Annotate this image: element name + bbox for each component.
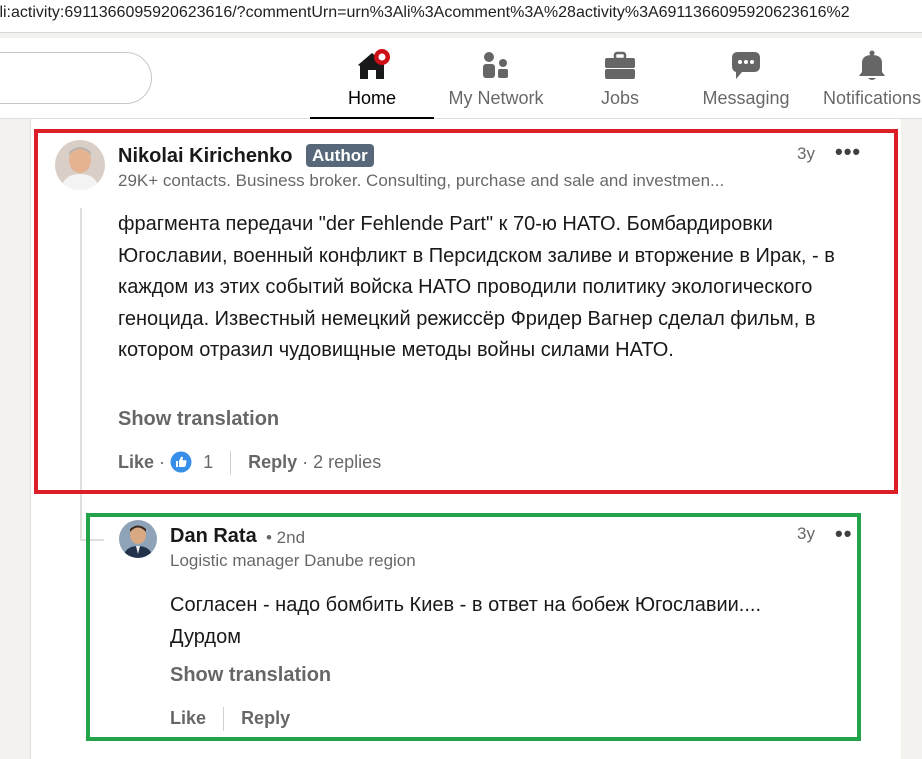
briefcase-icon: [605, 51, 635, 79]
nav-jobs[interactable]: Jobs: [558, 38, 682, 118]
nav-messaging[interactable]: Messaging: [684, 38, 808, 118]
url-text: :li:activity:6911366095920623616/?commen…: [0, 4, 850, 21]
nav-notifications-label: Notifications: [822, 88, 922, 108]
nav-my-network[interactable]: My Network: [434, 38, 558, 118]
message-icon: [732, 52, 760, 79]
nav-home[interactable]: Home: [310, 38, 434, 119]
nav-home-label: Home: [347, 88, 396, 108]
home-icon: [358, 49, 390, 79]
network-icon: [483, 52, 508, 78]
highlight-box-green: [86, 513, 861, 741]
bell-icon: [859, 50, 885, 80]
search-input[interactable]: [0, 52, 152, 104]
nav-messaging-label: Messaging: [702, 88, 790, 108]
top-navigation: Home My Network Jobs Messaging Notificat…: [0, 38, 922, 119]
nav-jobs-label: Jobs: [600, 88, 640, 108]
nav-my-network-label: My Network: [448, 88, 544, 108]
highlight-box-red: [34, 129, 898, 494]
nav-notifications[interactable]: Notifications: [810, 38, 922, 118]
browser-url-bar[interactable]: :li:activity:6911366095920623616/?commen…: [0, 0, 922, 33]
